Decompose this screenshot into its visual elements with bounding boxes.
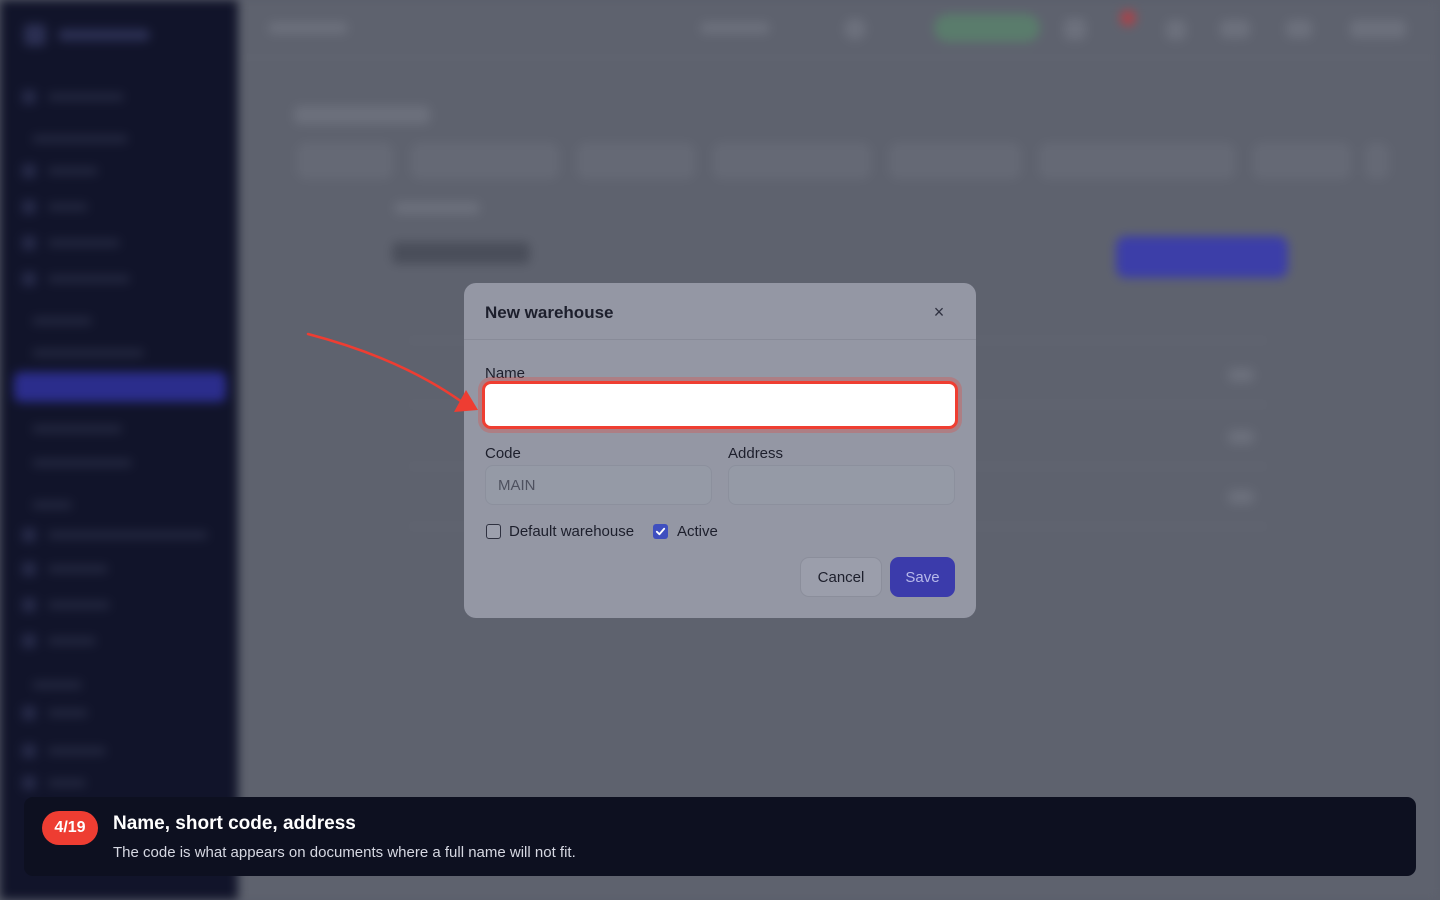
topbar-item [700,22,770,34]
address-input[interactable] [728,465,955,505]
sidebar [0,0,238,900]
sidebar-item [22,132,132,146]
topbar-icon [844,18,866,40]
row-action [1228,368,1254,382]
page-title-blurred [294,106,430,124]
sidebar-item [22,314,132,328]
cancel-button[interactable]: Cancel [800,557,882,597]
sidebar-item [22,562,132,576]
topbar-icon [1220,20,1250,38]
sidebar-item [22,706,132,720]
save-button[interactable]: Save [890,557,955,597]
topbar-icon [1064,18,1086,40]
sidebar-item [22,456,152,470]
topbar-status-pill [934,14,1040,42]
address-label: Address [728,445,784,462]
topbar-icon [1166,20,1186,40]
sidebar-item [22,498,102,512]
sidebar-item-active [14,372,226,402]
close-button[interactable]: × [928,301,950,323]
sidebar-item [22,236,132,250]
code-label: Code [485,445,521,462]
sidebar-item [22,346,152,360]
sidebar-item [22,272,142,286]
tour-title: Name, short code, address [113,813,356,834]
close-icon: × [933,301,945,322]
notification-dot [1120,10,1136,26]
tour-step-badge: 4/19 [42,811,98,845]
name-label: Name [485,365,526,382]
name-input[interactable] [482,381,958,429]
dialog-header: New warehouse × [464,283,976,340]
sidebar-item [22,200,132,214]
sidebar-item [22,598,132,612]
sidebar-item [22,422,142,436]
dialog-title: New warehouse [485,303,614,322]
topbar-icon [1286,20,1312,38]
tour-banner: 4/19 Name, short code, address The code … [24,797,1416,876]
check-icon [655,527,666,536]
row-action [1228,430,1254,444]
sidebar-item [22,744,132,758]
tabs-blurred [298,144,1388,178]
breadcrumb-blurred [394,202,480,214]
topbar-user [1350,20,1406,38]
sidebar-item [22,634,132,648]
tour-text: The code is what appears on documents wh… [113,844,576,861]
sidebar-item [22,528,222,542]
topbar-search-placeholder [268,22,348,34]
add-button-blurred [1116,236,1288,278]
app-logo [24,24,154,46]
code-input[interactable] [485,465,712,505]
default-warehouse-label: Default warehouse [509,523,635,540]
sidebar-item [22,90,132,104]
sidebar-item [22,678,102,692]
default-warehouse-checkbox[interactable] [486,524,501,539]
active-label: Active [677,523,718,540]
section-title-blurred [392,242,530,264]
active-checkbox[interactable] [653,524,668,539]
sidebar-item [22,164,132,178]
row-action [1228,490,1254,504]
top-bar [238,0,1440,58]
sidebar-item [22,776,132,790]
